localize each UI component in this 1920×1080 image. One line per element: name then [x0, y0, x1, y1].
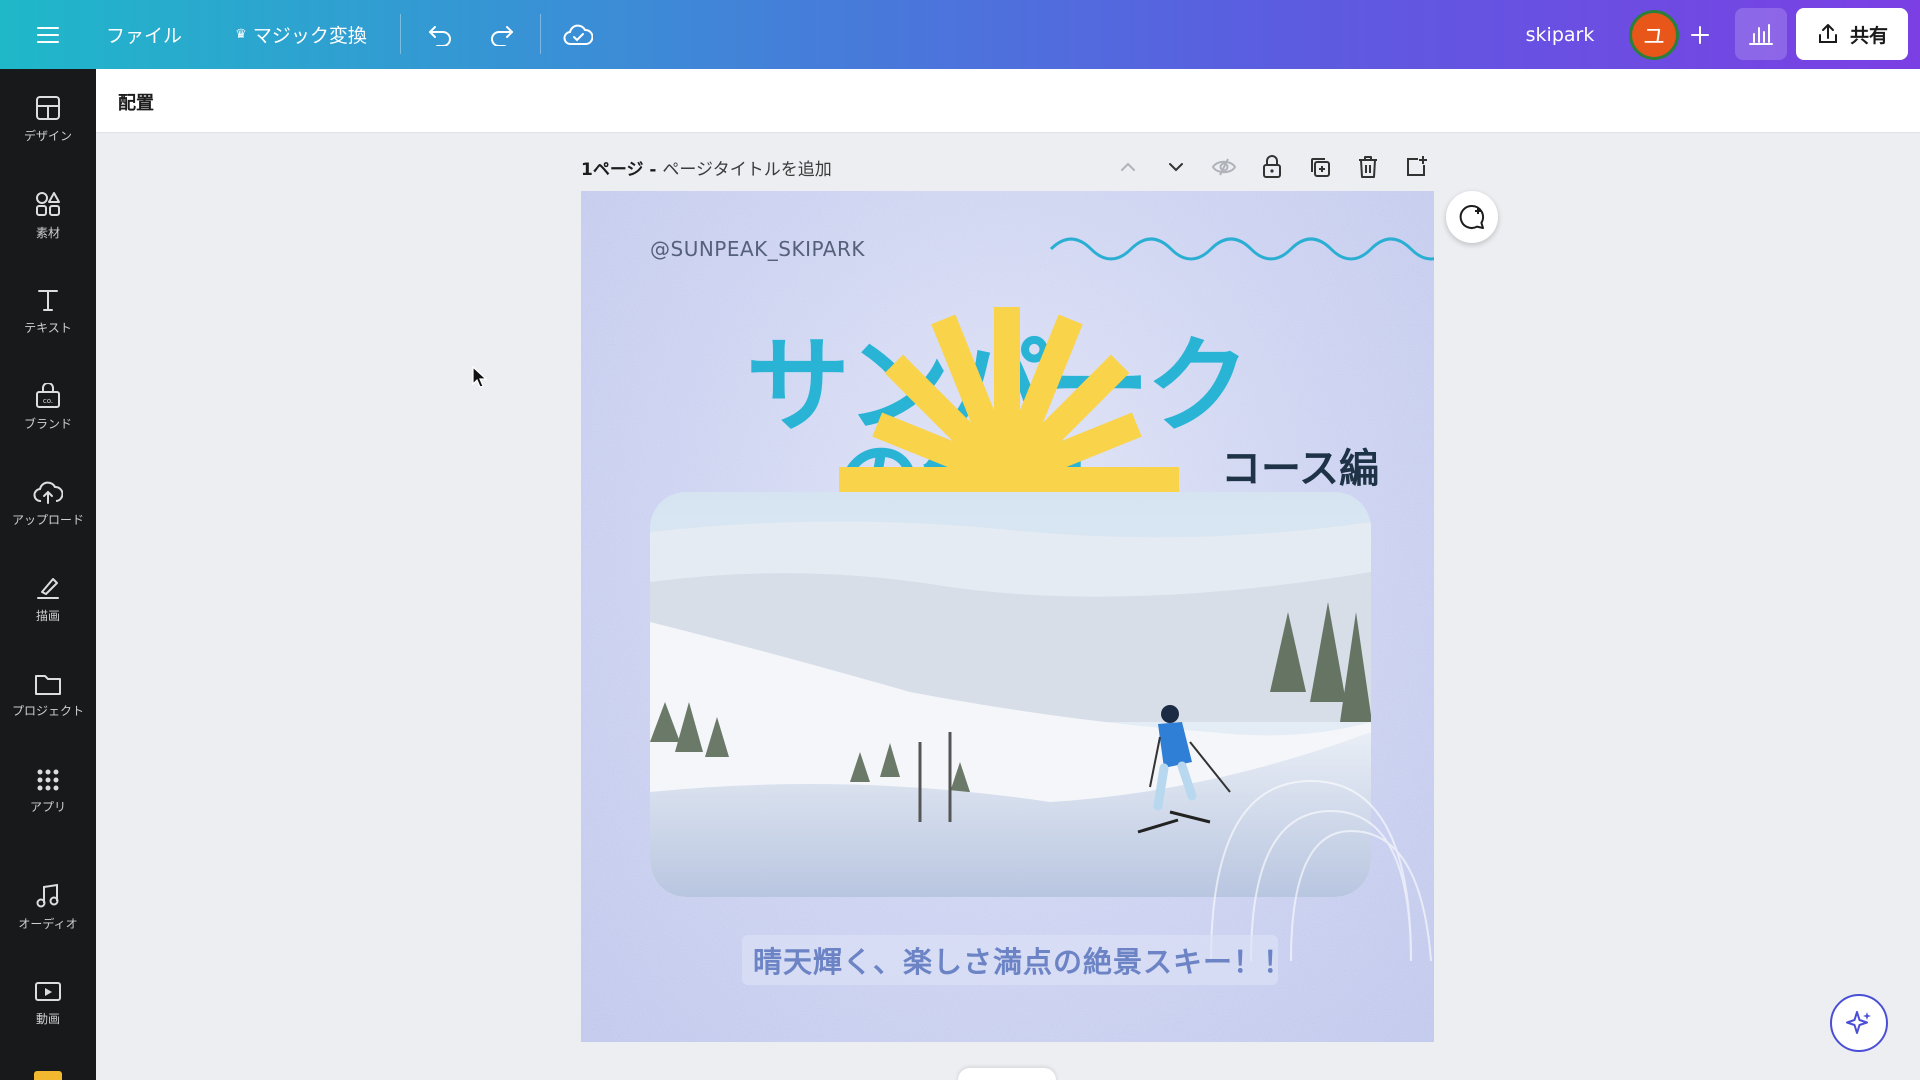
share-label: 共有	[1849, 24, 1888, 47]
magic-switch-button[interactable]: ♛ マジック変換	[228, 0, 374, 69]
elements-icon	[36, 191, 60, 216]
insights-button[interactable]	[1735, 8, 1787, 60]
cloud-save-icon[interactable]	[558, 0, 598, 69]
sidebar-item-label: デザイン	[23, 128, 72, 143]
sidebar-item-upload[interactable]: アップロード	[0, 458, 96, 548]
arc-decoration[interactable]	[1191, 711, 1434, 971]
add-collaborator-button[interactable]	[1682, 0, 1718, 69]
avatar-initial: ユ	[1629, 9, 1679, 60]
duplicate-icon[interactable]	[1305, 152, 1335, 182]
wave-decoration[interactable]	[1049, 229, 1434, 269]
course-subtitle[interactable]: コース編	[1221, 436, 1379, 494]
sidebar-item-projects[interactable]: プロジェクト	[0, 650, 96, 740]
svg-text:co.: co.	[43, 397, 53, 405]
apps-icon	[37, 769, 59, 790]
sidebar-item-design[interactable]: デザイン	[0, 74, 96, 164]
top-bar: ファイル ♛ マジック変換 skipark ユ 共有	[0, 0, 1920, 69]
sidebar-item-label: オーディオ	[18, 916, 78, 931]
comment-add-icon	[1459, 204, 1485, 229]
hide-eye-icon[interactable]	[1209, 152, 1239, 182]
caption-text[interactable]: 晴天輝く、楽しさ満点の絶景スキー！！	[753, 939, 1293, 981]
file-menu-button[interactable]: ファイル	[104, 0, 184, 69]
context-toolbar: 配置	[96, 69, 1920, 133]
bar-chart-icon	[1749, 24, 1773, 45]
folder-icon	[35, 674, 61, 695]
project-name-label: skipark	[1525, 23, 1595, 46]
arrange-button[interactable]: 配置	[118, 89, 154, 115]
add-comment-button[interactable]	[1446, 191, 1498, 243]
design-canvas[interactable]: @SUNPEAK_SKIPARK サンパーク の絶景 コース編	[581, 191, 1434, 1042]
avatar[interactable]: ユ	[1627, 0, 1681, 69]
page-panel-toggle[interactable]	[958, 1068, 1056, 1080]
chevron-up-icon[interactable]	[1113, 152, 1143, 182]
crown-icon: ♛	[235, 27, 247, 42]
sidebar-item-label: 描画	[35, 608, 60, 623]
sidebar-item-label: 素材	[35, 225, 60, 240]
sidebar-item-apps[interactable]: アプリ	[0, 746, 96, 836]
sidebar-item-draw[interactable]: 描画	[0, 554, 96, 644]
file-menu-label: ファイル	[105, 25, 182, 47]
sidebar-item-label: テキスト	[24, 320, 72, 335]
mouse-cursor-icon	[472, 365, 488, 394]
lock-icon[interactable]	[1257, 152, 1287, 182]
sidebar-item-label: アプリ	[29, 799, 66, 814]
redo-icon[interactable]	[482, 0, 522, 69]
page-title[interactable]: 1ページ - ページタイトルを追加	[581, 155, 832, 180]
upload-share-icon	[1818, 24, 1837, 43]
sidebar-item-label: 動画	[35, 1011, 60, 1026]
upload-icon	[33, 481, 63, 504]
magic-assistant-button[interactable]	[1830, 994, 1888, 1052]
divider	[540, 14, 541, 54]
sidebar-item-video[interactable]: 動画	[0, 958, 96, 1048]
share-button[interactable]: 共有	[1796, 8, 1908, 60]
sidebar-item-label: ブランド	[23, 416, 72, 431]
sidebar-item-label: アップロード	[11, 512, 84, 527]
instagram-handle[interactable]: @SUNPEAK_SKIPARK	[650, 237, 865, 261]
draw-icon	[37, 577, 59, 599]
text-icon	[38, 289, 58, 311]
sidebar-item-text[interactable]: テキスト	[0, 266, 96, 356]
page-title-placeholder: ページタイトルを追加	[662, 160, 832, 180]
menu-icon[interactable]	[28, 0, 68, 69]
music-icon	[36, 883, 59, 907]
sparkle-icon	[1846, 1011, 1871, 1034]
sidebar-item-brand[interactable]: co. ブランド	[0, 362, 96, 452]
sidebar-item-audio[interactable]: オーディオ	[0, 862, 96, 952]
sidebar-item-label: プロジェクト	[11, 703, 84, 718]
plus-icon	[1691, 25, 1709, 44]
add-page-icon[interactable]	[1401, 152, 1431, 182]
sidebar: デザイン 素材 テキスト co. ブランド アップロード 描画 プロジェクト ア…	[0, 69, 96, 1080]
magic-switch-label: マジック変換	[252, 25, 367, 47]
chevron-down-icon[interactable]	[1161, 152, 1191, 182]
brand-icon: co.	[36, 382, 60, 408]
divider	[400, 14, 401, 54]
page-number: 1ページ -	[581, 160, 663, 180]
sidebar-item-elements[interactable]: 素材	[0, 170, 96, 260]
trash-icon[interactable]	[1353, 152, 1383, 182]
video-icon	[35, 981, 61, 1001]
project-name[interactable]: skipark	[1512, 0, 1608, 69]
undo-icon[interactable]	[420, 0, 460, 69]
sidebar-more-item[interactable]	[34, 1071, 62, 1080]
sun-rays-graphic[interactable]	[831, 307, 1191, 517]
layout-icon	[36, 95, 60, 120]
